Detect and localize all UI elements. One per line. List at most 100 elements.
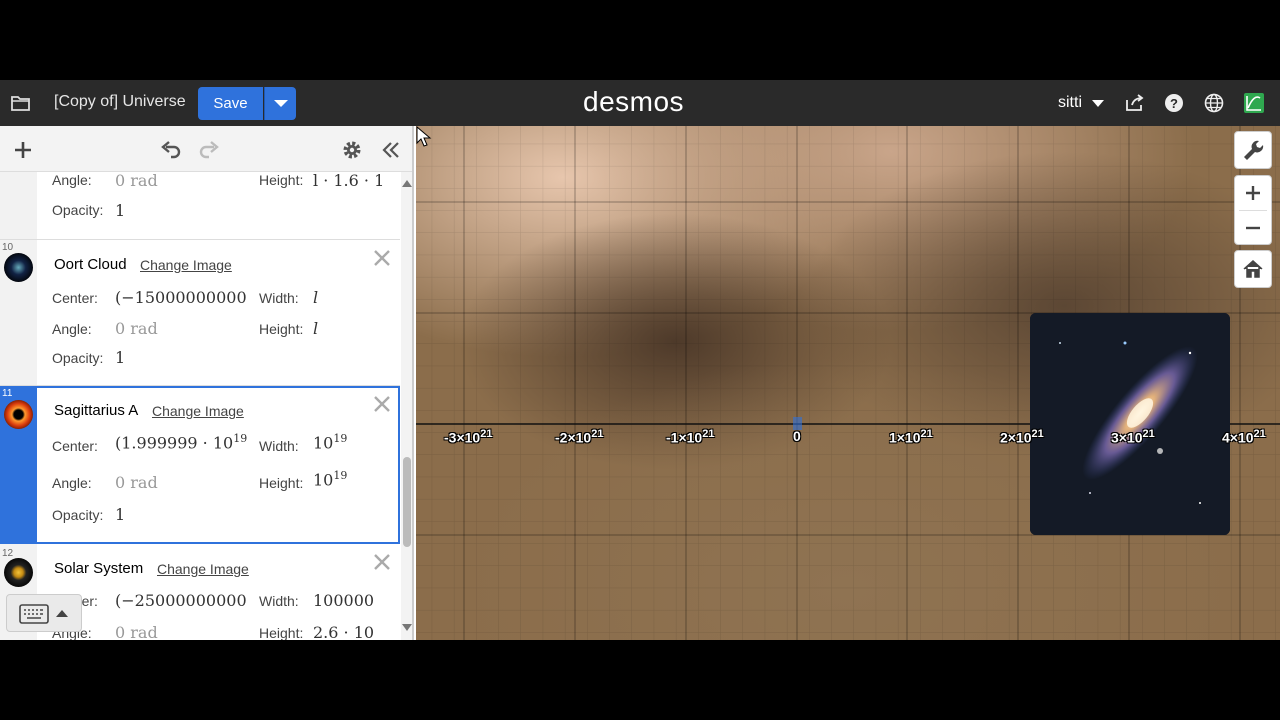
opacity-value[interactable]: 1	[115, 505, 155, 524]
x-tick-exponent: 21	[920, 428, 933, 440]
mouse-cursor-icon	[416, 126, 432, 147]
height-value[interactable]: 1019	[313, 469, 383, 489]
center-base: (1.999999 · 10	[115, 433, 234, 453]
oort-cloud-thumbnail	[4, 253, 33, 282]
angle-value[interactable]: 0 rad	[115, 319, 245, 338]
desmos-logo: desmos	[583, 86, 685, 117]
chevron-down-icon[interactable]	[1092, 100, 1104, 107]
x-tick-exponent: 21	[480, 428, 493, 440]
width-value[interactable]: l	[313, 288, 373, 307]
center-value[interactable]: (−250000000000,	[115, 591, 247, 610]
help-icon[interactable]: ?	[1163, 92, 1185, 114]
graph-settings-button[interactable]	[1234, 131, 1272, 169]
center-value[interactable]: (−1500000000000	[115, 288, 247, 307]
height-label: Height:	[259, 625, 304, 640]
angle-value[interactable]: 0 rad	[115, 473, 245, 492]
height-label: Height:	[259, 321, 304, 337]
redo-icon[interactable]	[198, 138, 222, 162]
share-icon[interactable]	[1123, 92, 1145, 114]
scroll-up-icon[interactable]	[402, 180, 412, 187]
x-tick-label: 4×1021	[1222, 428, 1266, 446]
height-value[interactable]: l · 1.6 · 1	[313, 172, 393, 190]
andromeda-galaxy-image[interactable]	[1030, 313, 1230, 535]
x-tick-base: 4×10	[1222, 429, 1254, 446]
save-dropdown-button[interactable]	[264, 87, 296, 120]
zoom-in-icon[interactable]	[1235, 176, 1271, 211]
wrench-icon	[1244, 140, 1264, 160]
width-base: 10	[313, 433, 334, 453]
x-tick-label: -3×1021	[444, 428, 492, 446]
change-image-link[interactable]: Change Image	[157, 561, 249, 577]
desmos-app-icon[interactable]	[1243, 92, 1265, 114]
x-tick-label: 1×1021	[889, 428, 933, 446]
collapse-icon[interactable]	[379, 138, 403, 162]
close-icon[interactable]	[372, 394, 392, 414]
change-image-link[interactable]: Change Image	[152, 403, 244, 419]
opacity-value[interactable]: 1	[115, 348, 155, 367]
user-menu[interactable]: sitti	[1058, 94, 1082, 112]
x-tick-exponent: 21	[591, 428, 604, 440]
width-label: Width:	[259, 438, 299, 454]
center-label: Center:	[52, 438, 98, 454]
graph-title[interactable]: [Copy of] Universe	[54, 93, 186, 111]
close-icon[interactable]	[372, 248, 392, 268]
add-icon[interactable]	[11, 138, 35, 162]
zoom-out-icon[interactable]	[1235, 211, 1271, 246]
settings-icon[interactable]	[340, 138, 364, 162]
expression-name[interactable]: Solar System	[54, 560, 143, 577]
save-button[interactable]: Save	[198, 87, 263, 120]
x-tick-base: 1×10	[889, 429, 921, 446]
angle-label: Angle:	[52, 172, 92, 188]
folder-icon[interactable]	[10, 92, 32, 114]
opacity-label: Opacity:	[52, 202, 104, 218]
x-tick-base: -2×10	[555, 429, 592, 446]
center-value[interactable]: (1.999999 · 1019,−	[115, 432, 247, 452]
width-value[interactable]: 1019	[313, 432, 383, 452]
x-tick-base: 2×10	[1000, 429, 1032, 446]
svg-text:?: ?	[1170, 96, 1178, 111]
expression-list: Angle: 0 rad Height: l · 1.6 · 1 Opacity…	[0, 172, 400, 640]
height-value[interactable]: 2.6 · 10	[313, 623, 383, 640]
x-tick-base: -1×10	[666, 429, 703, 446]
desmos-window: [Copy of] Universe Save desmos sitti ? A…	[0, 80, 1280, 640]
height-base: 10	[313, 470, 334, 490]
expression-number: 11	[2, 388, 13, 399]
x-tick-label: 3×1021	[1111, 428, 1155, 446]
solar-system-thumbnail	[4, 558, 33, 587]
expression-item-oort-cloud[interactable]: 10 Oort Cloud Change Image Center: (−150…	[0, 240, 400, 386]
height-value[interactable]: l	[313, 319, 373, 338]
expression-number: 10	[2, 242, 14, 253]
width-value[interactable]: 100000	[313, 591, 373, 610]
width-label: Width:	[259, 593, 299, 609]
expression-item-partial[interactable]: Angle: 0 rad Height: l · 1.6 · 1 Opacity…	[0, 172, 400, 240]
graph-paper[interactable]: -3×1021 -2×1021 -1×1021 0 1×1021 2×1021 3×1021…	[416, 126, 1280, 640]
keyboard-toggle[interactable]	[6, 594, 82, 632]
opacity-value[interactable]: 1	[115, 201, 155, 220]
height-label: Height:	[259, 475, 304, 491]
home-button[interactable]	[1234, 250, 1272, 288]
expression-scrollbar[interactable]	[401, 172, 412, 640]
width-label: Width:	[259, 290, 299, 306]
angle-value[interactable]: 0 rad	[115, 172, 245, 190]
x-tick-exponent: 21	[1031, 428, 1044, 440]
expression-item-sagittarius-a[interactable]: 11 Sagittarius A Change Image Center: (1…	[0, 386, 400, 544]
expression-panel: Angle: 0 rad Height: l · 1.6 · 1 Opacity…	[0, 126, 414, 640]
change-image-link[interactable]: Change Image	[140, 257, 232, 273]
angle-value[interactable]: 0 rad	[115, 623, 245, 640]
center-exponent: 19	[233, 432, 247, 445]
opacity-label: Opacity:	[52, 350, 104, 366]
angle-label: Angle:	[52, 475, 92, 491]
globe-icon[interactable]	[1203, 92, 1225, 114]
zoom-controls	[1234, 175, 1272, 245]
close-icon[interactable]	[372, 552, 392, 572]
undo-icon[interactable]	[158, 138, 182, 162]
x-tick-base: 0	[793, 428, 801, 444]
scroll-thumb[interactable]	[403, 457, 411, 547]
scroll-down-icon[interactable]	[402, 624, 412, 631]
x-tick-label: 2×1021	[1000, 428, 1044, 446]
x-tick-exponent: 21	[1142, 428, 1155, 440]
expression-name[interactable]: Sagittarius A	[54, 402, 138, 419]
home-icon	[1243, 259, 1263, 278]
sagittarius-a-thumbnail	[4, 400, 33, 429]
expression-name[interactable]: Oort Cloud	[54, 256, 127, 273]
